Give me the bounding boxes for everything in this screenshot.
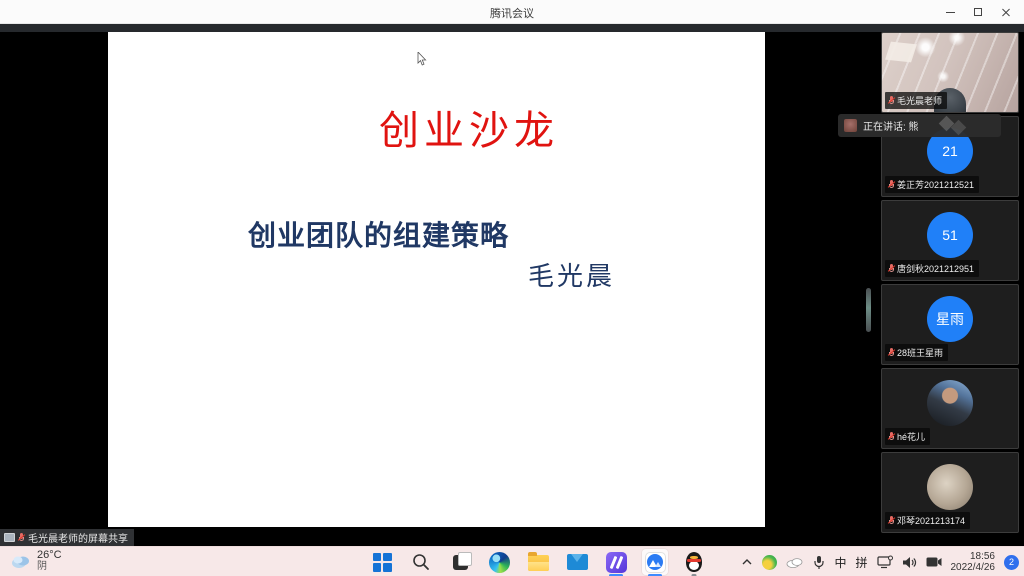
sidebar-collapse-handle[interactable] bbox=[866, 288, 871, 332]
participant-name-tag: 28班王星雨 bbox=[885, 344, 948, 361]
window-title: 腾讯会议 bbox=[0, 5, 1024, 21]
clock-date: 2022/4/26 bbox=[951, 562, 996, 573]
participant-name-tag: 唐剑秋2021212951 bbox=[885, 260, 979, 277]
weather-condition: 阴 bbox=[37, 561, 62, 573]
tencent-meeting-button[interactable] bbox=[642, 549, 668, 575]
participant-name: 28班王星雨 bbox=[897, 346, 943, 359]
task-view-button[interactable] bbox=[447, 549, 473, 575]
close-button[interactable] bbox=[992, 0, 1020, 24]
participant-tile-video[interactable]: 毛光晨老师 bbox=[881, 32, 1019, 113]
cloud-tray-icon[interactable] bbox=[786, 556, 804, 568]
participant-tile[interactable]: 星雨 28班王星雨 bbox=[881, 284, 1019, 365]
muted-mic-icon bbox=[888, 516, 895, 526]
search-button[interactable] bbox=[408, 549, 434, 575]
tencent-meeting-icon bbox=[645, 552, 666, 573]
qq-penguin-icon bbox=[685, 552, 703, 573]
restore-icon bbox=[974, 8, 982, 16]
minimize-button[interactable] bbox=[936, 0, 964, 24]
camera-tray-icon[interactable] bbox=[926, 556, 942, 568]
participant-name: 姜正芳2021212521 bbox=[897, 178, 974, 191]
participant-name: hé花儿 bbox=[897, 430, 925, 443]
avatar: 51 bbox=[927, 212, 973, 258]
slide-title: 创业沙龙 bbox=[108, 98, 765, 156]
muted-mic-icon bbox=[888, 348, 895, 358]
clock-time: 18:56 bbox=[970, 551, 995, 562]
mail-icon bbox=[567, 554, 588, 570]
muted-mic-icon bbox=[18, 533, 25, 543]
ceiling-light bbox=[885, 42, 917, 63]
taskbar-apps bbox=[369, 549, 707, 575]
tray-expand-chevron-icon[interactable] bbox=[741, 557, 753, 567]
avatar: 星雨 bbox=[927, 296, 973, 342]
weather-temp: 26°C bbox=[37, 549, 62, 561]
participant-name: 毛光晨老师 bbox=[897, 94, 942, 107]
slide-author: 毛光晨 bbox=[528, 256, 615, 293]
restore-button[interactable] bbox=[964, 0, 992, 24]
purple-app-icon bbox=[606, 552, 627, 573]
speaker-animation bbox=[941, 118, 975, 134]
screen-share-banner[interactable]: 毛光晨老师的屏幕共享 bbox=[0, 529, 134, 546]
participant-sidebar: 毛光晨老师 21 姜正芳2021212521 51 唐剑秋2021212951 … bbox=[875, 32, 1024, 546]
notification-badge[interactable]: 2 bbox=[1004, 555, 1019, 570]
weather-cloud-icon bbox=[10, 552, 32, 570]
avatar-photo bbox=[927, 380, 973, 426]
participant-name-tag: 姜正芳2021212521 bbox=[885, 176, 979, 193]
title-bar: 腾讯会议 bbox=[0, 0, 1024, 24]
qq-button[interactable] bbox=[681, 549, 707, 575]
microphone-tray-icon[interactable] bbox=[813, 555, 825, 570]
participant-name-tag: 毛光晨老师 bbox=[885, 92, 947, 109]
slide-subtitle: 创业团队的组建策略 bbox=[248, 214, 509, 254]
meeting-window: 腾讯会议 创业沙龙 创业团队的组建策略 毛光晨 毛光晨老师的屏幕共享 bbox=[0, 0, 1024, 576]
speaker-avatar bbox=[844, 119, 857, 132]
participant-name-tag: hé花儿 bbox=[885, 428, 930, 445]
minimize-icon bbox=[946, 12, 955, 13]
screen-share-label: 毛光晨老师的屏幕共享 bbox=[28, 530, 128, 545]
meeting-content: 创业沙龙 创业团队的组建策略 毛光晨 毛光晨老师的屏幕共享 bbox=[0, 32, 1024, 546]
speaking-toast: 正在讲话: 熊 bbox=[838, 114, 1001, 137]
participant-tile[interactable]: 邓琴2021213174 bbox=[881, 452, 1019, 533]
folder-icon bbox=[528, 555, 549, 571]
weather-widget[interactable]: 26°C 阴 bbox=[10, 549, 62, 573]
avatar-photo bbox=[927, 464, 973, 510]
file-explorer-button[interactable] bbox=[525, 549, 551, 575]
shared-screen-slide: 创业沙龙 创业团队的组建策略 毛光晨 bbox=[108, 32, 765, 527]
taskbar-clock[interactable]: 18:56 2022/4/26 bbox=[951, 551, 996, 573]
participant-name-tag: 邓琴2021213174 bbox=[885, 512, 970, 529]
participant-name: 邓琴2021213174 bbox=[897, 514, 965, 527]
search-icon bbox=[411, 552, 431, 572]
screen-share-icon bbox=[4, 533, 15, 542]
display-pen-tray-icon[interactable] bbox=[877, 555, 893, 569]
participant-tile[interactable]: 51 唐剑秋2021212951 bbox=[881, 200, 1019, 281]
window-controls bbox=[936, 0, 1020, 24]
speaking-toast-text: 正在讲话: 熊 bbox=[863, 118, 919, 133]
participant-name: 唐剑秋2021212951 bbox=[897, 262, 974, 275]
ime-language-indicator[interactable]: 中 bbox=[834, 554, 846, 571]
edge-browser-button[interactable] bbox=[486, 549, 512, 575]
antivirus-tray-icon[interactable] bbox=[762, 555, 777, 570]
meeting-toolbar-strip bbox=[0, 24, 1024, 32]
edge-icon bbox=[489, 552, 510, 573]
mail-button[interactable] bbox=[564, 549, 590, 575]
ime-layout-indicator[interactable]: 拼 bbox=[855, 554, 867, 571]
participant-tile[interactable]: hé花儿 bbox=[881, 368, 1019, 449]
system-tray: 中 拼 18:56 2022/4/26 2 bbox=[741, 547, 1019, 576]
muted-mic-icon bbox=[888, 180, 895, 190]
task-view-icon bbox=[453, 555, 468, 570]
muted-mic-icon bbox=[888, 96, 895, 106]
start-button[interactable] bbox=[369, 549, 395, 575]
muted-mic-icon bbox=[888, 264, 895, 274]
close-icon bbox=[1001, 7, 1011, 17]
purple-app-button[interactable] bbox=[603, 549, 629, 575]
speaker-tray-icon[interactable] bbox=[902, 556, 917, 569]
windows-logo-icon bbox=[373, 553, 392, 572]
mouse-cursor-icon bbox=[417, 52, 427, 66]
muted-mic-icon bbox=[888, 432, 895, 442]
windows-taskbar: 26°C 阴 bbox=[0, 546, 1024, 576]
